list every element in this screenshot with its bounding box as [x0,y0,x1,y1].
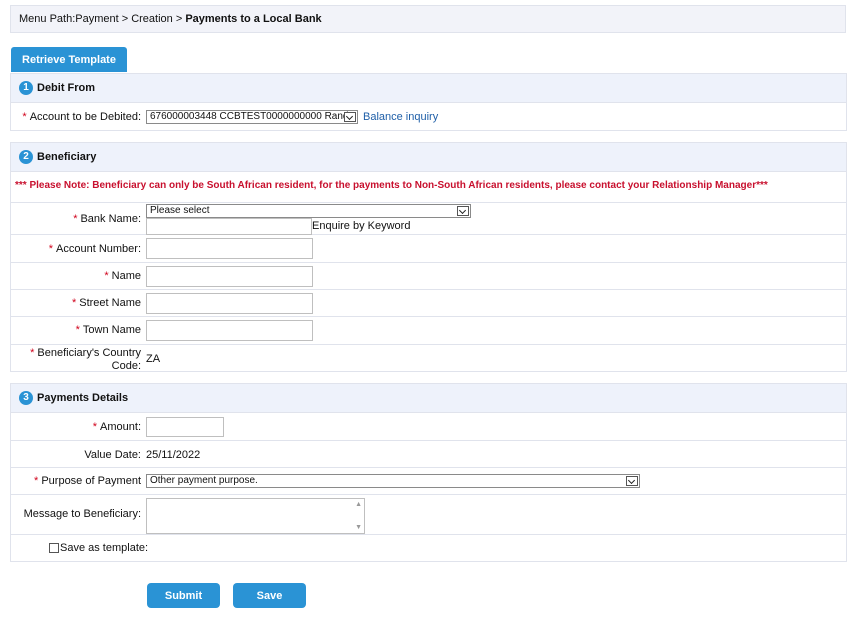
purpose-row: * Purpose of Payment Other payment purpos… [11,468,846,495]
amount-input[interactable] [146,417,224,437]
country-code-row: * Beneficiary's Country Code: ZA [11,345,846,372]
scroll-up-icon[interactable]: ▲ [355,501,362,508]
purpose-select[interactable]: Other payment purpose. [146,474,640,488]
beneficiary-title: Beneficiary [37,151,97,163]
payments-details-title: Payments Details [37,392,129,404]
account-number-label: * Account Number: [48,243,141,255]
step-1-icon: 1 [19,81,33,95]
account-number-row: * Account Number: [11,235,846,263]
amount-label: * Amount: [92,421,141,433]
required-marker: * [22,111,27,123]
name-row: * Name [11,263,846,290]
save-button[interactable]: Save [233,583,306,608]
message-row: Message to Beneficiary: ▲ ▼ [11,495,846,535]
account-debited-row: * Account to be Debited: 676000003448 CCB… [11,103,846,131]
step-2-icon: 2 [19,150,33,164]
street-name-input[interactable] [146,293,313,314]
account-number-input[interactable] [146,238,313,259]
country-code-value: ZA [146,353,161,365]
bank-name-select[interactable]: Please select [146,204,471,218]
name-input[interactable] [146,266,313,287]
submit-button[interactable]: Submit [147,583,220,608]
payments-details-header: 3 Payments Details [11,384,846,413]
chevron-down-icon [344,112,356,122]
bank-name-label: * Bank Name: [73,213,141,225]
value-date-label: Value Date: [84,449,141,461]
value-date-row: Value Date: 25/11/2022 [11,441,846,468]
street-name-label: * Street Name [71,297,141,309]
beneficiary-note-row: *** Please Note: Beneficiary can only be… [11,172,846,203]
save-template-checkbox[interactable] [49,543,59,553]
breadcrumb-current: Payments to a Local Bank [185,13,322,25]
save-template-row: Save as template: [11,535,846,562]
breadcrumb-path: Menu Path:Payment > Creation > [19,13,186,25]
save-template-label: Save as template: [60,542,149,554]
debit-from-section: 1 Debit From * Account to be Debited: 676… [10,73,847,131]
message-textarea[interactable]: ▲ ▼ [146,498,365,534]
breadcrumb: Menu Path:Payment > Creation > Payments … [10,5,846,33]
street-name-row: * Street Name [11,290,846,317]
scroll-down-icon[interactable]: ▼ [355,524,362,531]
town-name-input[interactable] [146,320,313,341]
town-name-label: * Town Name [75,324,141,336]
account-debited-label: * Account to be Debited: [22,111,141,123]
account-debited-select[interactable]: 676000003448 CCBTEST0000000000 Rand [146,110,358,124]
debit-from-header: 1 Debit From [11,74,846,103]
message-label: Message to Beneficiary: [23,508,141,520]
amount-row: * Amount: [11,413,846,441]
step-3-icon: 3 [19,391,33,405]
town-name-row: * Town Name [11,317,846,345]
name-label: * Name [104,270,141,282]
payments-details-section: 3 Payments Details * Amount: Value Date: … [10,383,847,562]
country-code-label: * Beneficiary's Country Code: [30,347,141,372]
beneficiary-note: *** Please Note: Beneficiary can only be… [15,180,768,191]
value-date: 25/11/2022 [146,449,201,461]
enquire-keyword-label[interactable]: Enquire by Keyword [312,220,410,232]
balance-inquiry-link[interactable]: Balance inquiry [363,111,438,123]
beneficiary-header: 2 Beneficiary [11,143,846,172]
chevron-down-icon [626,476,638,486]
beneficiary-section: 2 Beneficiary *** Please Note: Beneficia… [10,142,847,372]
bank-keyword-input[interactable] [146,218,312,235]
debit-from-title: Debit From [37,82,96,94]
bank-name-row: * Bank Name: Please select Enquire by Key… [11,203,846,235]
chevron-down-icon [457,206,469,216]
retrieve-template-button[interactable]: Retrieve Template [11,47,127,72]
purpose-label: * Purpose of Payment [34,475,141,487]
